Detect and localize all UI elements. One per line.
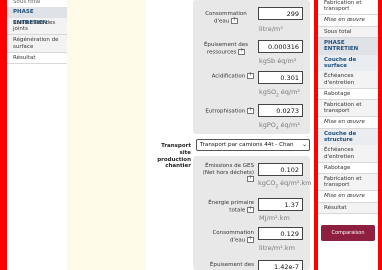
nav-subsection-surface[interactable]: Couche de surface [318,54,378,72]
nav-item-surface-rabotage[interactable]: Rabotage [318,88,378,101]
help-icon[interactable]: ? [238,48,246,55]
nav-item-fabrication[interactable]: Fabrication et transport [318,0,378,16]
nav-item-resultat[interactable]: Résultat [318,202,378,214]
eutrophisation-label: Eutrophisation ? [198,108,254,115]
nav-section-phase-entretien: PHASE ENTRETIEN [318,37,378,55]
nav-subsection-structure[interactable]: Couche de structure [318,128,378,146]
help-icon[interactable]: ? [247,206,254,213]
water-unit: litre/m³ [259,25,283,33]
resources-input[interactable] [258,40,303,53]
chevron-down-icon: ⌄ [301,141,307,148]
help-icon[interactable]: ? [247,108,254,114]
resources-label: Épuisement des ressources ? [203,42,249,56]
transport-water-input[interactable] [258,227,303,240]
water-label: Consommation d'eau ? [205,11,247,25]
help-icon[interactable]: ? [231,17,238,24]
nav-item-structure-fabrication[interactable]: Fabrication et transport [318,174,378,192]
transport-resources-input[interactable] [258,260,303,270]
ghg-input[interactable] [258,163,303,176]
right-sidebar: Fabrication et transport Mise en œuvre S… [318,0,378,270]
ghg-label: Émissions de GES (Net hors déchets) ? [202,163,254,183]
resources-unit: kgSb éq/m² [259,57,297,65]
content-background-panel [67,0,146,270]
acidification-label: Acidification ? [198,73,254,80]
acidification-input[interactable] [258,71,303,84]
transport-label: Transport site production chantier [157,143,191,170]
help-icon[interactable]: ? [247,236,254,243]
transport-resources-label: Épuisement des [209,262,254,268]
help-icon[interactable]: ? [247,176,254,183]
water-consumption-input[interactable] [258,7,303,20]
sidebar-item-regeneration[interactable]: Régénération de surface [7,35,67,53]
nav-item-structure-rabotage[interactable]: Rabotage [318,162,378,175]
nav-item-surface-mise-en-oeuvre[interactable]: Mise en œuvre [318,117,378,129]
nav-item-sous-total[interactable]: Sous total [318,26,378,38]
sidebar-item-resultat[interactable]: Résultat [7,52,67,65]
energy-unit: MJ/m².km [259,214,290,222]
energy-input[interactable] [258,198,303,211]
nav-item-structure-mise-en-oeuvre[interactable]: Mise en œuvre [318,191,378,203]
nav-item-surface-echeances[interactable]: Échéances d'entretien [318,71,378,89]
nav-item-mise-en-oeuvre[interactable]: Mise en œuvre [318,15,378,27]
transport-water-unit: litre/m².km [259,244,295,252]
left-sidebar: Sous total PHASE ENTRETIEN Scellement de… [7,0,67,270]
nav-item-surface-fabrication[interactable]: Fabrication et transport [318,100,378,118]
sidebar-section-phase-entretien: PHASE ENTRETIEN [7,7,67,26]
sidebar-item-sous-total[interactable]: Sous total [7,0,67,7]
nav-item-structure-echeances[interactable]: Échéances d'entretien [318,145,378,163]
eutrophisation-input[interactable] [258,104,303,117]
transport-water-label: Consommation d'eau ? [212,230,254,244]
ghg-unit: kgCO2 éq/m².km [258,179,312,189]
acidification-unit: kgSO2 éq/m² [259,88,301,98]
eutrophisation-unit: kgPO4 éq/m² [259,121,300,131]
compare-button[interactable]: Comparaison [321,225,375,241]
main-form: Consommation d'eau ? litre/m³ Épuisement… [146,0,314,270]
transport-select[interactable]: Transport par camions 44t - Chan ⌄ [196,139,310,151]
energy-label: Énergie primaire totale ? [208,200,254,214]
transport-select-value: Transport par camions 44t - Chan [200,142,294,148]
help-icon[interactable]: ? [247,73,254,79]
